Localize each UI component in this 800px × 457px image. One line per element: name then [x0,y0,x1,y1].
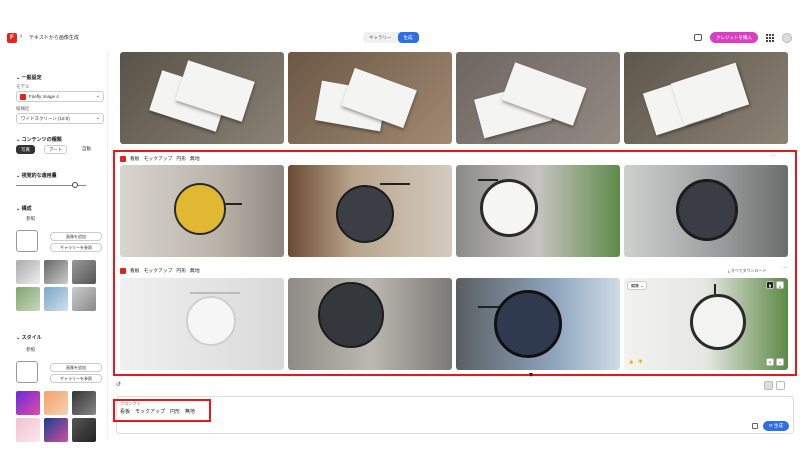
share-icon[interactable]: ⇪ [766,358,774,366]
thumbs-up-icon[interactable]: 👍 [627,358,635,366]
firefly-row-icon [120,155,126,162]
style-thumb[interactable] [44,391,68,415]
result-image[interactable] [120,165,284,257]
visual-intensity-heading[interactable]: ⌄ 視覚的な適用量 [16,172,57,179]
chevron-left-icon[interactable]: ‹ [20,33,22,40]
result-image[interactable]: 編集 ⌄ ▮ ⤓ 👍 👎 ⇪ ☆ [624,278,788,370]
style-thumb[interactable] [72,418,96,442]
style-browse-gallery-button[interactable]: ギャラリーを参照 [50,374,102,383]
aspect-select[interactable]: ワイドスクリーン (16:9) ⌄ [16,113,104,124]
row2-header: 看板 モックアップ 円形 無地 [120,267,200,274]
result-image[interactable] [456,278,620,370]
firefly-model-icon [20,94,26,100]
mouse-cursor [529,373,533,377]
composition-browse-gallery-button[interactable]: ギャラリーを参照 [50,243,102,252]
row1-tag: モックアップ [143,157,173,162]
composition-heading[interactable]: ⌄ 構成 [16,205,32,212]
composition-thumb[interactable] [72,287,96,311]
settings-icon[interactable] [752,423,758,429]
settings-sidebar: ⌄ 一般設定 モデル Firefly Image 4 ⌄ 縦横比 ワイドスクリー… [6,52,108,442]
row2-tag: 無地 [190,269,200,274]
top-bar: F ‹ テキストから画像生成 ギャラリー 生成 クレジットを購入 [0,24,800,52]
firefly-logo[interactable]: F [7,33,17,43]
buy-credits-button[interactable]: クレジットを購入 [710,32,758,43]
mode-toggle: ギャラリー 生成 [363,32,419,43]
style-thumb[interactable] [16,418,40,442]
row1-header: 看板 モックアップ 円形 無地 [120,155,200,162]
row1-tag: 無地 [190,157,200,162]
composition-thumb[interactable] [72,260,96,284]
composition-add-image-button[interactable]: 画像を追加 [50,232,102,241]
result-image[interactable] [120,278,284,370]
avatar[interactable] [782,32,792,43]
chevron-down-icon: ⌄ [95,115,100,121]
result-image[interactable] [456,165,620,257]
apps-grid-icon[interactable] [766,33,774,42]
view-toggle [764,381,785,390]
content-art-chip[interactable]: アート [44,145,68,154]
result-image[interactable] [288,278,452,370]
tab-gallery[interactable]: ギャラリー [363,32,398,43]
row2-tag: モックアップ [143,269,173,274]
composition-thumb[interactable] [16,260,40,284]
row2-tag: 看板 [130,269,140,274]
style-thumb[interactable] [44,418,68,442]
style-heading[interactable]: ⌄ スタイル [16,334,42,341]
bookmark-icon[interactable]: ▮ [766,281,774,289]
style-add-image-button[interactable]: 画像を追加 [50,363,102,372]
composition-thumb[interactable] [16,287,40,311]
edit-dropdown[interactable]: 編集 ⌄ [627,281,648,290]
history-icon[interactable]: ↺ [116,381,126,391]
result-image[interactable] [456,52,620,144]
row2-tag: 円形 [176,269,187,274]
model-select[interactable]: Firefly Image 4 ⌄ [16,91,104,102]
style-mode-value: 参照 [26,347,35,352]
row1-tag: 円形 [176,157,187,162]
result-image[interactable] [120,52,284,144]
grid-view-icon[interactable] [764,381,773,390]
thumbs-down-icon[interactable]: 👎 [636,358,644,366]
intensity-slider-knob[interactable] [72,182,78,188]
style-upload-area[interactable] [16,361,38,383]
composition-upload-area[interactable] [16,230,38,252]
row1-tag: 看板 [130,157,140,162]
more-options-icon[interactable]: ⋯ [771,153,776,159]
feedback-icon[interactable] [694,34,702,41]
content-type-heading[interactable]: ⌄ コンテンツの種類 [16,136,62,143]
download-icon[interactable]: ⤓ [776,281,784,289]
page-title: テキストから画像生成 [29,35,79,41]
composition-thumb[interactable] [44,260,68,284]
style-thumb[interactable] [16,391,40,415]
style-thumb[interactable] [72,391,96,415]
result-image[interactable] [624,165,788,257]
composition-mode[interactable]: 参照 [16,214,46,225]
highlight-prompt-box [113,399,211,422]
result-image[interactable] [288,165,452,257]
composition-thumb[interactable] [44,287,68,311]
tab-generate[interactable]: 生成 [397,32,419,43]
generate-button[interactable]: ⟳ 生成 [763,421,789,431]
composition-mode-value: 参照 [26,216,35,221]
chevron-down-icon: ⌄ [95,93,100,99]
model-label: モデル [16,84,30,89]
favorite-icon[interactable]: ☆ [776,358,784,366]
model-value: Firefly Image 4 [29,94,59,99]
download-all-button[interactable]: ⤓ すべてダウンロード [728,268,766,274]
single-view-icon[interactable] [776,381,785,390]
content-photo-chip[interactable]: 写真 [16,145,35,154]
result-image[interactable] [288,52,452,144]
content-auto-toggle[interactable]: 自動 [78,145,95,154]
aspect-value: ワイドスクリーン (16:9) [21,116,70,121]
prompt-box[interactable] [116,396,794,434]
style-mode[interactable]: 参照 [16,345,46,356]
general-settings-heading[interactable]: ⌄ 一般設定 [16,74,42,81]
more-options-icon[interactable]: ⋯ [782,265,787,271]
firefly-row-icon [120,267,126,274]
top-right-controls: クレジットを購入 [694,32,792,43]
aspect-label: 縦横比 [16,106,30,111]
result-image[interactable] [624,52,788,144]
